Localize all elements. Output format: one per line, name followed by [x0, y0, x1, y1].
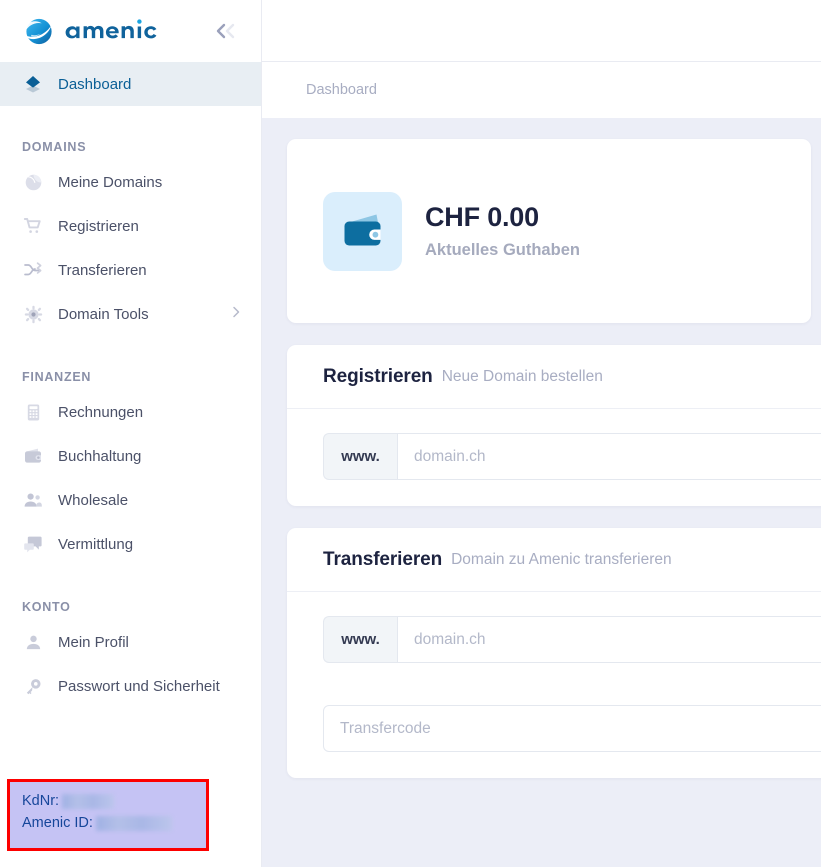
sidebar-item-label: Registrieren: [58, 217, 139, 235]
sidebar-section-konto: KONTO: [22, 600, 71, 614]
amenic-id-value-redacted: [95, 815, 172, 831]
user-icon: [22, 631, 44, 653]
sidebar-item-label: Meine Domains: [58, 173, 163, 191]
sidebar-section-domains: DOMAINS: [22, 140, 87, 154]
sidebar-item-mein-profil[interactable]: Mein Profil: [0, 620, 261, 664]
sidebar-item-label: Passwort und Sicherheit: [58, 677, 220, 695]
transfer-card-title: Transferieren: [323, 548, 443, 570]
main-content: Dashboard CHF 0.00 Aktuelles Guthaben Re…: [262, 0, 821, 867]
users-icon: [22, 489, 44, 511]
sidebar-item-rechnungen[interactable]: Rechnungen: [0, 390, 261, 434]
sidebar: Dashboard DOMAINS Meine Domains Registri…: [0, 0, 262, 867]
sidebar-item-buchhaltung[interactable]: Buchhaltung: [0, 434, 261, 478]
transfercode-input[interactable]: [323, 705, 821, 752]
sidebar-item-transferieren[interactable]: Transferieren: [0, 248, 261, 292]
shopping-cart-icon: [22, 215, 44, 237]
register-www-prefix: www.: [323, 433, 397, 480]
balance-label: Aktuelles Guthaben: [425, 241, 580, 259]
balance-text-group: CHF 0.00 Aktuelles Guthaben: [425, 202, 580, 260]
sidebar-item-label: Vermittlung: [58, 535, 134, 553]
sidebar-item-vermittlung[interactable]: Vermittlung: [0, 522, 261, 566]
amenic-swoosh-logo-icon[interactable]: [22, 14, 56, 48]
content-area: CHF 0.00 Aktuelles Guthaben Registrieren…: [262, 139, 821, 778]
sidebar-item-label: Rechnungen: [58, 403, 144, 421]
key-icon: [22, 675, 44, 697]
app-root: Dashboard DOMAINS Meine Domains Registri…: [0, 0, 821, 867]
register-card-body: www.: [287, 409, 821, 506]
chevron-right-icon: [229, 305, 243, 323]
sidebar-item-label: Domain Tools: [58, 305, 149, 323]
register-card-header: Registrieren Neue Domain bestellen: [287, 345, 821, 409]
amenic-id-row: Amenic ID:: [22, 812, 196, 834]
register-card-title: Registrieren: [323, 365, 433, 387]
sidebar-item-passwort-und-sicherheit[interactable]: Passwort und Sicherheit: [0, 664, 261, 708]
balance-card: CHF 0.00 Aktuelles Guthaben: [287, 139, 811, 323]
transfer-www-prefix: www.: [323, 616, 397, 663]
kdnr-row: KdNr:: [22, 790, 196, 812]
breadcrumb: Dashboard: [262, 62, 821, 118]
calculator-icon: [22, 401, 44, 423]
chevron-double-left-icon[interactable]: [209, 14, 243, 48]
topbar: [262, 0, 821, 62]
amenic-wordmark: [62, 14, 178, 48]
transfer-domain-input[interactable]: [397, 616, 821, 663]
amenic-id-label: Amenic ID:: [22, 815, 93, 831]
transfer-card: Transferieren Domain zu Amenic transferi…: [287, 528, 821, 778]
transfer-card-body: www.: [287, 592, 821, 778]
sidebar-item-wholesale[interactable]: Wholesale: [0, 478, 261, 522]
balance-amount: CHF 0.00: [425, 202, 539, 232]
shuffle-arrows-icon: [22, 259, 44, 281]
sidebar-section-finanzen: FINANZEN: [22, 370, 92, 384]
wallet-icon: [22, 445, 44, 467]
register-domain-input-group: www.: [323, 433, 821, 480]
gear-icon: [22, 303, 44, 325]
sidebar-header: [0, 0, 261, 62]
globe-icon: [22, 171, 44, 193]
register-domain-input[interactable]: [397, 433, 821, 480]
kdnr-value-redacted: [62, 793, 115, 809]
layers-diamond-icon: [22, 73, 44, 95]
wallet-icon: [323, 191, 402, 271]
sidebar-item-registrieren[interactable]: Registrieren: [0, 204, 261, 248]
breadcrumb-current[interactable]: Dashboard: [306, 82, 377, 98]
kdnr-label: KdNr:: [22, 793, 60, 809]
sidebar-item-domain-tools[interactable]: Domain Tools: [0, 292, 261, 336]
sidebar-item-label: Dashboard: [58, 75, 132, 93]
sidebar-item-label: Mein Profil: [58, 633, 129, 651]
register-card: Registrieren Neue Domain bestellen www.: [287, 345, 821, 506]
sidebar-item-label: Buchhaltung: [58, 447, 142, 465]
register-card-subtitle: Neue Domain bestellen: [441, 367, 603, 385]
sidebar-item-label: Transferieren: [58, 261, 147, 279]
sidebar-item-dashboard[interactable]: Dashboard: [0, 62, 261, 106]
account-id-box: KdNr: Amenic ID:: [7, 779, 209, 851]
sidebar-item-label: Wholesale: [58, 491, 129, 509]
transfer-card-header: Transferieren Domain zu Amenic transferi…: [287, 528, 821, 592]
sidebar-item-meine-domains[interactable]: Meine Domains: [0, 160, 261, 204]
sidebar-nav: Dashboard DOMAINS Meine Domains Registri…: [0, 62, 261, 867]
transfer-card-subtitle: Domain zu Amenic transferieren: [451, 550, 672, 568]
transfer-domain-input-group: www.: [323, 616, 821, 663]
chat-bubbles-icon: [22, 533, 44, 555]
